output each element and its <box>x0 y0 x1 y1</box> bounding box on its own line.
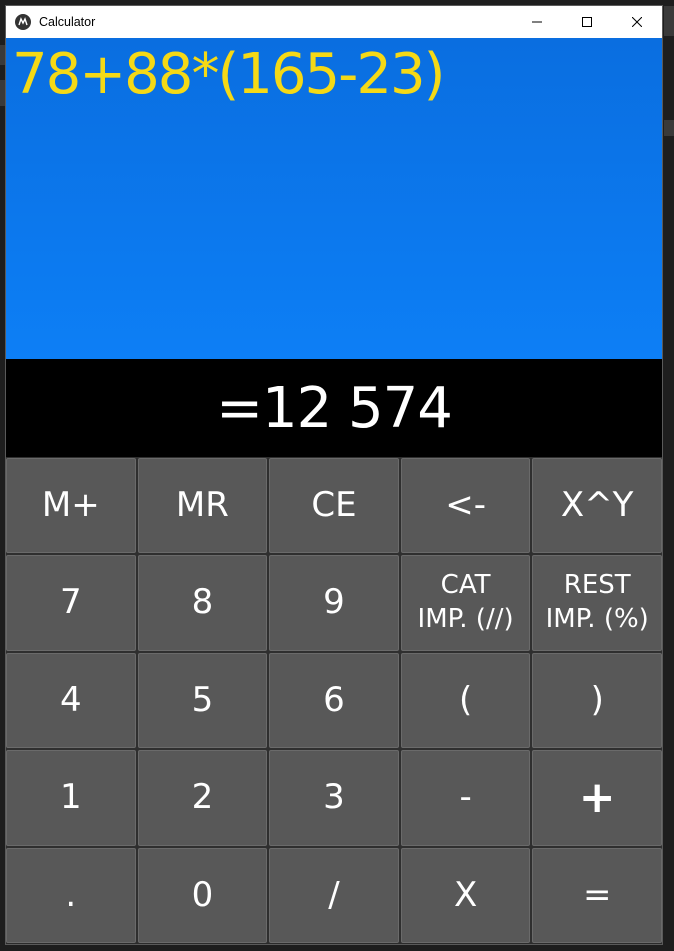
digit-4-button[interactable]: 4 <box>6 652 136 749</box>
multiply-button[interactable]: X <box>400 847 531 943</box>
expression-display[interactable]: 78+88*(165-23) <box>6 38 662 359</box>
result-text: =12 574 <box>216 375 453 441</box>
title-bar[interactable]: Calculator <box>6 6 662 38</box>
clear-entry-button[interactable]: CE <box>269 458 399 554</box>
power-button[interactable]: X^Y <box>532 458 662 554</box>
add-button[interactable]: + <box>532 750 662 846</box>
expression-text: 78+88*(165-23) <box>12 42 445 107</box>
minimize-icon[interactable] <box>512 6 562 38</box>
close-icon[interactable] <box>612 6 662 38</box>
decimal-point-button[interactable]: . <box>6 847 136 943</box>
calculator-window: Calculator 78+88*(165-23) =12 574 M+ MR CE… <box>5 5 663 945</box>
memory-recall-button[interactable]: MR <box>137 458 268 554</box>
result-display: =12 574 <box>6 359 662 457</box>
divide-button[interactable]: / <box>269 847 399 943</box>
digit-2-button[interactable]: 2 <box>137 750 268 846</box>
keypad: M+ MR CE <- X^Y 7 8 9 CAT IMP. (//) REST IMP. (%)… <box>6 457 662 943</box>
background-app-panel <box>664 120 674 136</box>
digit-3-button[interactable]: 3 <box>269 750 399 846</box>
floor-division-button[interactable]: CAT IMP. (//) <box>400 555 531 651</box>
maximize-icon[interactable] <box>562 6 612 38</box>
close-paren-button[interactable]: ) <box>532 652 662 749</box>
digit-6-button[interactable]: 6 <box>269 652 399 749</box>
window-title: Calculator <box>39 15 96 29</box>
digit-7-button[interactable]: 7 <box>6 555 136 651</box>
digit-0-button[interactable]: 0 <box>137 847 268 943</box>
window-controls <box>512 6 662 38</box>
subtract-button[interactable]: - <box>400 750 531 846</box>
memory-add-button[interactable]: M+ <box>6 458 136 554</box>
modulo-button[interactable]: REST IMP. (%) <box>532 555 662 651</box>
background-app-panel <box>664 6 674 36</box>
open-paren-button[interactable]: ( <box>400 652 531 749</box>
digit-1-button[interactable]: 1 <box>6 750 136 846</box>
digit-9-button[interactable]: 9 <box>269 555 399 651</box>
backspace-button[interactable]: <- <box>400 458 531 554</box>
kivy-logo-icon <box>15 14 31 30</box>
equals-button[interactable]: = <box>532 847 662 943</box>
digit-8-button[interactable]: 8 <box>137 555 268 651</box>
digit-5-button[interactable]: 5 <box>137 652 268 749</box>
